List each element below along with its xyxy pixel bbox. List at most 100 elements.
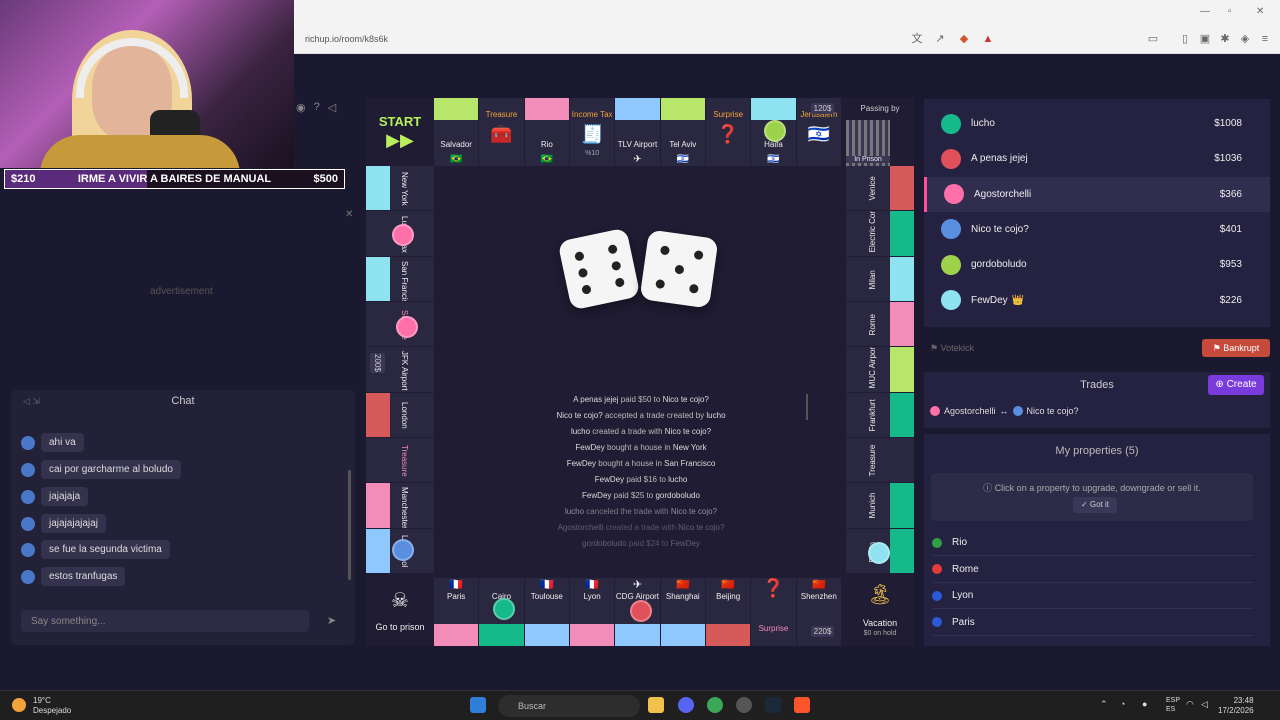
- votekick-button[interactable]: ⚑ Votekick: [930, 343, 974, 354]
- player-token-apenas: [630, 600, 652, 622]
- weather-widget[interactable]: 19°C Despejado: [33, 696, 71, 716]
- board-cell-right[interactable]: Munich: [846, 483, 914, 528]
- board-cell-bottom[interactable]: ❓ Surprise: [751, 578, 796, 646]
- send-icon[interactable]: ➤: [327, 614, 336, 627]
- player-row[interactable]: FewDey 👑 $226: [924, 283, 1270, 318]
- player-row[interactable]: Agostorchelli $366: [924, 176, 1270, 212]
- color-strip: [434, 624, 479, 646]
- create-trade-button[interactable]: ⊕ Create: [1208, 375, 1264, 395]
- maximize-icon[interactable]: ▫: [1228, 6, 1232, 17]
- taskbar-search[interactable]: Buscar: [498, 695, 640, 717]
- mic-icon[interactable]: ●: [1142, 699, 1147, 709]
- wallet-icon[interactable]: ▣: [1198, 32, 1212, 46]
- help-icon[interactable]: ?: [314, 101, 320, 114]
- board-cell-bottom[interactable]: 🇫🇷 Toulouse: [524, 578, 569, 646]
- wifi-icon[interactable]: ◠: [1186, 699, 1194, 710]
- board-cell-top[interactable]: Rio 🇧🇷: [524, 98, 569, 166]
- board-cell-top[interactable]: TLV Airport ✈: [615, 98, 660, 166]
- cell-name: Frankfurt: [868, 399, 877, 432]
- vpn-icon[interactable]: ◈: [1238, 32, 1252, 46]
- avatar: [21, 435, 35, 450]
- player-row[interactable]: lucho $1008: [924, 106, 1270, 141]
- board-cell-left[interactable]: Manchester: [366, 483, 434, 528]
- windows-start-icon[interactable]: [470, 697, 486, 713]
- language-indicator[interactable]: ESP ES: [1166, 696, 1180, 714]
- chrome-icon[interactable]: [707, 697, 723, 713]
- player-row[interactable]: A penas jejej $1036: [924, 141, 1270, 176]
- network-icon[interactable]: ◔: [1120, 699, 1125, 709]
- color-strip: [751, 98, 796, 120]
- board-cell-right[interactable]: MUC Airport: [846, 347, 914, 392]
- player-money: $401: [1219, 223, 1242, 235]
- address-bar[interactable]: richup.io/room/k8s6k: [305, 34, 388, 44]
- sidebar-icon[interactable]: ▭: [1146, 32, 1160, 46]
- got-it-button[interactable]: ✓ Got it: [1073, 497, 1117, 513]
- clock[interactable]: 23:48 17/2/2026: [1218, 696, 1254, 716]
- start-corner[interactable]: START ▶▶: [366, 98, 434, 166]
- ad-close-icon[interactable]: ✕: [345, 209, 353, 220]
- close-icon[interactable]: ✕: [1256, 6, 1264, 17]
- minimize-icon[interactable]: —: [1200, 6, 1210, 17]
- obs-icon[interactable]: [736, 697, 752, 713]
- chat-input[interactable]: Say something...: [21, 610, 309, 632]
- trade-item[interactable]: Agostorchelli ↔ Nico te cojo?: [930, 406, 1079, 416]
- board-cell-bottom[interactable]: 🇫🇷 Lyon: [569, 578, 615, 646]
- log-scrollbar[interactable]: [806, 394, 808, 420]
- share-icon[interactable]: ↗: [933, 32, 947, 46]
- board-cell-right[interactable]: Treasure: [846, 437, 914, 483]
- extensions-icon[interactable]: ✱: [1218, 32, 1232, 46]
- discord-icon[interactable]: [678, 697, 694, 713]
- property-item[interactable]: Paris: [932, 610, 1254, 636]
- sound-icon[interactable]: ◁: [328, 101, 336, 114]
- cell-name: Rome: [868, 313, 877, 336]
- discord-icon[interactable]: ◉: [296, 101, 306, 114]
- steam-icon[interactable]: [765, 697, 781, 713]
- bankrupt-button[interactable]: ⚑ Bankrupt: [1202, 339, 1270, 357]
- go-to-prison-label: Go to prison: [375, 622, 425, 632]
- menu-icon[interactable]: ≡: [1258, 32, 1272, 46]
- tray-arrow-icon[interactable]: ⌃: [1100, 699, 1108, 710]
- property-item[interactable]: Lyon: [932, 583, 1254, 609]
- board-cell-bottom[interactable]: 🇨🇳 Shanghai: [660, 578, 705, 646]
- color-strip: [524, 98, 569, 120]
- dice-left: [557, 227, 641, 311]
- player-token-fewdey: [868, 542, 890, 564]
- board-cell-bottom[interactable]: 🇨🇳 Beijing: [705, 578, 751, 646]
- board-cell-right[interactable]: Rome: [846, 301, 914, 347]
- vacation-corner[interactable]: 🏝 Vacation $0 on hold: [846, 578, 914, 646]
- board-cell-right[interactable]: Milan: [846, 256, 914, 301]
- property-item[interactable]: Rio: [932, 530, 1254, 556]
- board-cell-top[interactable]: Surprise ❓: [705, 98, 751, 166]
- property-name: Lyon: [952, 590, 974, 601]
- go-to-prison-corner[interactable]: ☠ Go to prison: [366, 578, 434, 646]
- board-cell-right[interactable]: Electric Company: [846, 211, 914, 256]
- brave-icon[interactable]: [794, 697, 810, 713]
- price-tag: 220$: [810, 626, 835, 637]
- board-cell-left[interactable]: San Francisco: [366, 256, 434, 301]
- board-cell-right[interactable]: Frankfurt: [846, 392, 914, 437]
- brave-shield-icon[interactable]: ◆: [957, 32, 971, 46]
- board-cell-top[interactable]: Salvador 🇧🇷: [434, 98, 479, 166]
- board-cell-bottom[interactable]: 🇫🇷 Paris: [434, 578, 479, 646]
- palm-tree-icon: 🏝: [867, 584, 893, 606]
- prison-corner[interactable]: Passing by In Prison: [846, 98, 914, 166]
- avatar: [21, 489, 35, 504]
- translate-icon[interactable]: 文: [910, 32, 924, 46]
- file-explorer-icon[interactable]: [648, 697, 664, 713]
- rewards-icon[interactable]: ▲: [981, 32, 995, 46]
- volume-icon[interactable]: ◁: [1201, 699, 1208, 710]
- board-cell-right[interactable]: Venice: [846, 166, 914, 211]
- board-cell-left[interactable]: London: [366, 392, 434, 437]
- cell-name: San Francisco: [400, 260, 409, 301]
- board-cell-top[interactable]: Treasure 🧰: [479, 98, 524, 166]
- chat-scrollbar[interactable]: [348, 470, 351, 580]
- player-row[interactable]: Nico te cojo? $401: [924, 212, 1270, 247]
- reading-icon[interactable]: ▯: [1178, 32, 1192, 46]
- board-cell-left[interactable]: New York: [366, 166, 434, 211]
- player-row[interactable]: gordoboludo $953: [924, 247, 1270, 282]
- board-cell-left[interactable]: Treasure: [366, 437, 434, 483]
- board-cell-top[interactable]: Tel Aviv 🇮🇱: [660, 98, 705, 166]
- cell-icon: 🇧🇷: [449, 154, 463, 165]
- cell-name: Treasure: [868, 444, 877, 477]
- property-item[interactable]: Rome: [932, 557, 1254, 583]
